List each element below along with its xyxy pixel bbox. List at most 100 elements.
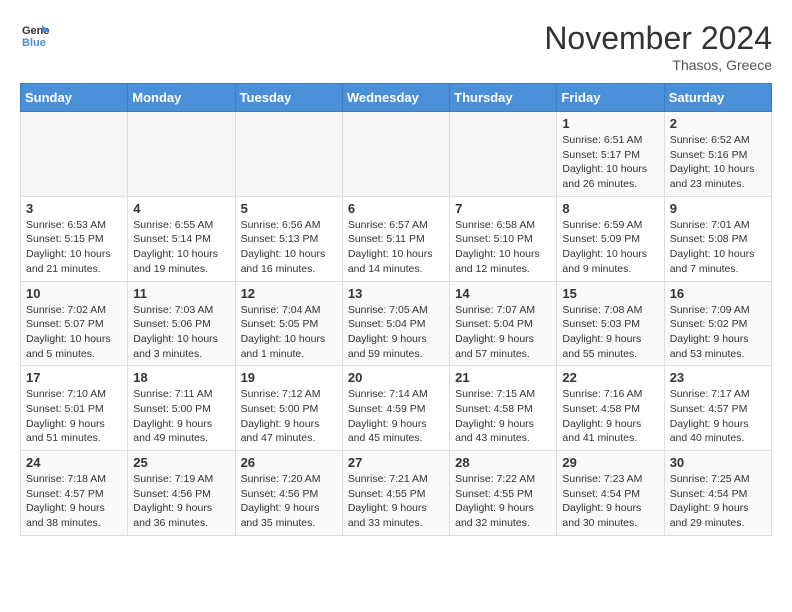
location: Thasos, Greece [544,57,772,73]
day-info: Sunrise: 7:23 AM Sunset: 4:54 PM Dayligh… [562,473,642,529]
day-info: Sunrise: 6:53 AM Sunset: 5:15 PM Dayligh… [26,219,111,275]
day-info: Sunrise: 7:09 AM Sunset: 5:02 PM Dayligh… [670,304,750,360]
title-area: November 2024 Thasos, Greece [544,20,772,73]
day-number: 9 [670,201,766,216]
calendar-day-cell: 28 Sunrise: 7:22 AM Sunset: 4:55 PM Dayli… [450,451,557,536]
day-number: 12 [241,286,337,301]
calendar-day-cell: 26 Sunrise: 7:20 AM Sunset: 4:56 PM Dayli… [235,451,342,536]
day-number: 2 [670,116,766,131]
calendar-day-cell: 11Sunrise: 7:03 AM Sunset: 5:06 PM Dayli… [128,281,235,366]
calendar-table: SundayMondayTuesdayWednesdayThursdayFrid… [20,83,772,536]
calendar-day-cell: 3 Sunrise: 6:53 AM Sunset: 5:15 PM Daylig… [21,196,128,281]
calendar-day-cell: 20 Sunrise: 7:14 AM Sunset: 4:59 PM Dayli… [342,366,449,451]
calendar-week-row: 1Sunrise: 6:51 AM Sunset: 5:17 PM Daylig… [21,112,772,197]
day-info: Sunrise: 7:15 AM Sunset: 4:58 PM Dayligh… [455,388,535,444]
weekday-header: Tuesday [235,84,342,112]
day-info: Sunrise: 7:20 AM Sunset: 4:56 PM Dayligh… [241,473,321,529]
calendar-day-cell: 7Sunrise: 6:58 AM Sunset: 5:10 PM Daylig… [450,196,557,281]
day-number: 15 [562,286,658,301]
calendar-day-cell [450,112,557,197]
day-info: Sunrise: 7:21 AM Sunset: 4:55 PM Dayligh… [348,473,428,529]
calendar-day-cell: 9 Sunrise: 7:01 AM Sunset: 5:08 PM Daylig… [664,196,771,281]
day-info: Sunrise: 7:10 AM Sunset: 5:01 PM Dayligh… [26,388,106,444]
day-number: 13 [348,286,444,301]
day-info: Sunrise: 7:07 AM Sunset: 5:04 PM Dayligh… [455,304,535,360]
day-number: 25 [133,455,229,470]
calendar-day-cell: 1Sunrise: 6:51 AM Sunset: 5:17 PM Daylig… [557,112,664,197]
calendar-week-row: 17 Sunrise: 7:10 AM Sunset: 5:01 PM Dayli… [21,366,772,451]
calendar-day-cell: 21 Sunrise: 7:15 AM Sunset: 4:58 PM Dayli… [450,366,557,451]
day-number: 19 [241,370,337,385]
day-number: 24 [26,455,122,470]
day-number: 5 [241,201,337,216]
day-number: 29 [562,455,658,470]
day-info: Sunrise: 7:22 AM Sunset: 4:55 PM Dayligh… [455,473,535,529]
day-info: Sunrise: 6:58 AM Sunset: 5:10 PM Dayligh… [455,219,540,275]
calendar-day-cell: 16 Sunrise: 7:09 AM Sunset: 5:02 PM Dayli… [664,281,771,366]
day-info: Sunrise: 7:17 AM Sunset: 4:57 PM Dayligh… [670,388,750,444]
day-number: 11 [133,286,229,301]
svg-text:Blue: Blue [22,37,46,49]
day-info: Sunrise: 7:19 AM Sunset: 4:56 PM Dayligh… [133,473,213,529]
day-info: Sunrise: 7:01 AM Sunset: 5:08 PM Dayligh… [670,219,755,275]
calendar-day-cell: 14 Sunrise: 7:07 AM Sunset: 5:04 PM Dayli… [450,281,557,366]
day-number: 21 [455,370,551,385]
day-number: 8 [562,201,658,216]
day-number: 20 [348,370,444,385]
day-info: Sunrise: 6:52 AM Sunset: 5:16 PM Dayligh… [670,134,755,190]
page-header: General Blue November 2024 Thasos, Greec… [20,20,772,73]
calendar-day-cell: 27Sunrise: 7:21 AM Sunset: 4:55 PM Dayli… [342,451,449,536]
day-info: Sunrise: 7:08 AM Sunset: 5:03 PM Dayligh… [562,304,642,360]
day-number: 6 [348,201,444,216]
calendar-week-row: 3 Sunrise: 6:53 AM Sunset: 5:15 PM Daylig… [21,196,772,281]
day-number: 23 [670,370,766,385]
calendar-day-cell: 4 Sunrise: 6:55 AM Sunset: 5:14 PM Daylig… [128,196,235,281]
day-number: 18 [133,370,229,385]
month-title: November 2024 [544,20,772,57]
weekday-header: Saturday [664,84,771,112]
day-number: 28 [455,455,551,470]
day-info: Sunrise: 7:05 AM Sunset: 5:04 PM Dayligh… [348,304,428,360]
day-number: 26 [241,455,337,470]
calendar-header-row: SundayMondayTuesdayWednesdayThursdayFrid… [21,84,772,112]
logo: General Blue [20,20,50,50]
calendar-day-cell [342,112,449,197]
day-info: Sunrise: 6:57 AM Sunset: 5:11 PM Dayligh… [348,219,433,275]
calendar-day-cell: 23 Sunrise: 7:17 AM Sunset: 4:57 PM Dayli… [664,366,771,451]
calendar-day-cell: 19 Sunrise: 7:12 AM Sunset: 5:00 PM Dayli… [235,366,342,451]
day-info: Sunrise: 7:04 AM Sunset: 5:05 PM Dayligh… [241,304,326,360]
day-info: Sunrise: 7:16 AM Sunset: 4:58 PM Dayligh… [562,388,642,444]
day-number: 4 [133,201,229,216]
day-info: Sunrise: 6:59 AM Sunset: 5:09 PM Dayligh… [562,219,647,275]
day-info: Sunrise: 7:14 AM Sunset: 4:59 PM Dayligh… [348,388,428,444]
calendar-day-cell: 13 Sunrise: 7:05 AM Sunset: 5:04 PM Dayli… [342,281,449,366]
day-number: 3 [26,201,122,216]
calendar-day-cell: 12 Sunrise: 7:04 AM Sunset: 5:05 PM Dayli… [235,281,342,366]
day-number: 14 [455,286,551,301]
calendar-week-row: 24 Sunrise: 7:18 AM Sunset: 4:57 PM Dayli… [21,451,772,536]
weekday-header: Monday [128,84,235,112]
day-info: Sunrise: 7:18 AM Sunset: 4:57 PM Dayligh… [26,473,106,529]
day-number: 22 [562,370,658,385]
calendar-day-cell: 10 Sunrise: 7:02 AM Sunset: 5:07 PM Dayli… [21,281,128,366]
day-info: Sunrise: 7:02 AM Sunset: 5:07 PM Dayligh… [26,304,111,360]
day-number: 10 [26,286,122,301]
calendar-day-cell: 29 Sunrise: 7:23 AM Sunset: 4:54 PM Dayli… [557,451,664,536]
calendar-day-cell: 5Sunrise: 6:56 AM Sunset: 5:13 PM Daylig… [235,196,342,281]
day-info: Sunrise: 7:25 AM Sunset: 4:54 PM Dayligh… [670,473,750,529]
calendar-day-cell: 15 Sunrise: 7:08 AM Sunset: 5:03 PM Dayli… [557,281,664,366]
calendar-week-row: 10 Sunrise: 7:02 AM Sunset: 5:07 PM Dayli… [21,281,772,366]
day-info: Sunrise: 6:55 AM Sunset: 5:14 PM Dayligh… [133,219,218,275]
calendar-day-cell: 22 Sunrise: 7:16 AM Sunset: 4:58 PM Dayli… [557,366,664,451]
weekday-header: Sunday [21,84,128,112]
day-info: Sunrise: 7:12 AM Sunset: 5:00 PM Dayligh… [241,388,321,444]
day-number: 16 [670,286,766,301]
calendar-day-cell: 18Sunrise: 7:11 AM Sunset: 5:00 PM Dayli… [128,366,235,451]
day-info: Sunrise: 6:51 AM Sunset: 5:17 PM Dayligh… [562,134,647,190]
calendar-day-cell: 25 Sunrise: 7:19 AM Sunset: 4:56 PM Dayli… [128,451,235,536]
day-number: 17 [26,370,122,385]
logo-icon: General Blue [20,20,50,50]
calendar-day-cell: 6 Sunrise: 6:57 AM Sunset: 5:11 PM Daylig… [342,196,449,281]
day-number: 30 [670,455,766,470]
calendar-day-cell [21,112,128,197]
